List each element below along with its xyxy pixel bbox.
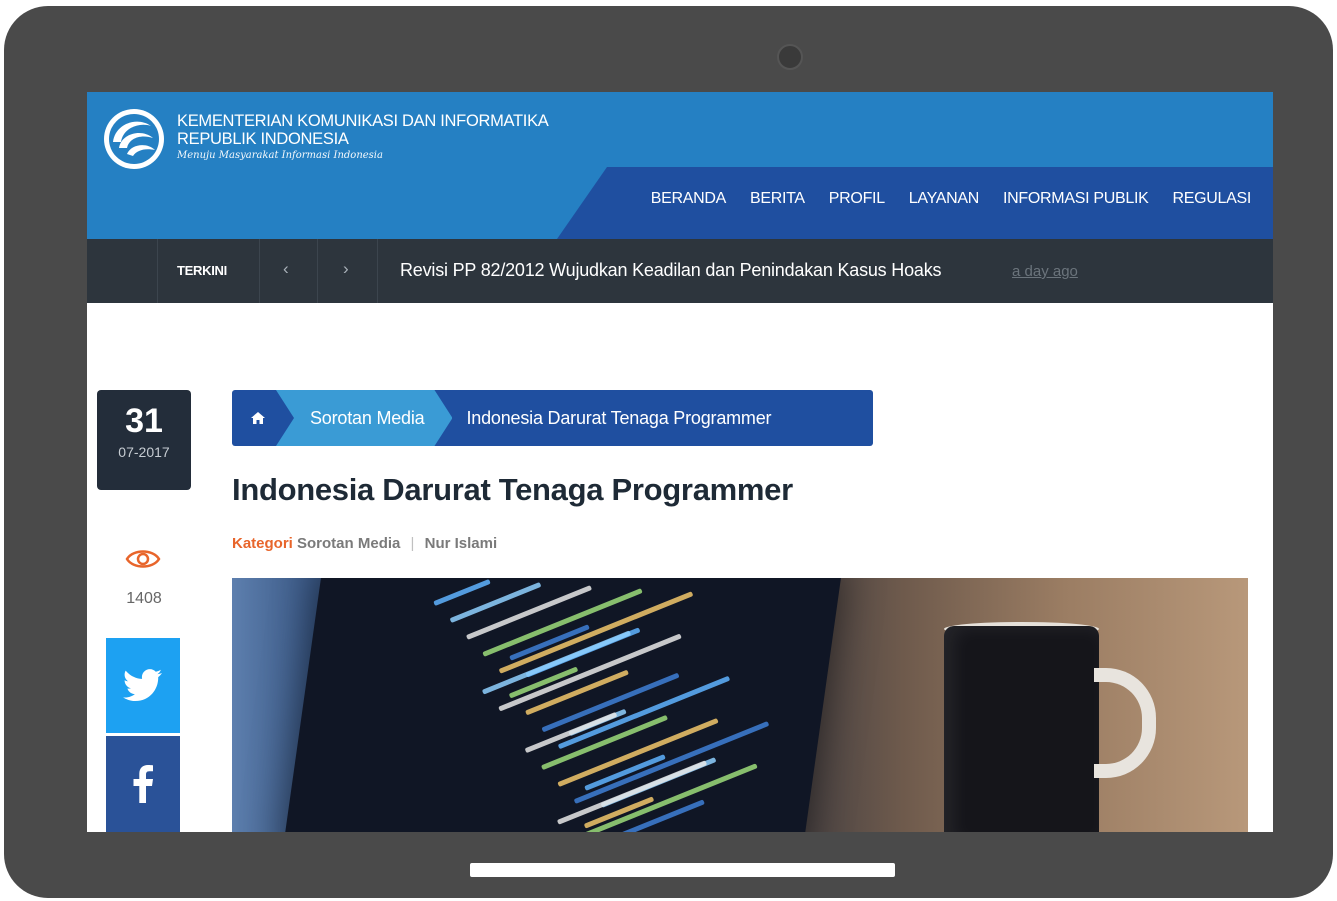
post-day: 31	[125, 402, 163, 440]
ticker-divider	[259, 239, 260, 303]
chevron-right-icon[interactable]: ›	[343, 259, 349, 279]
facebook-icon	[133, 765, 153, 803]
ticker-divider	[377, 239, 378, 303]
news-ticker: TERKINI ‹ › Revisi PP 82/2012 Wujudkan K…	[87, 239, 1273, 303]
tablet-frame: KEMENTERIAN KOMUNIKASI DAN INFORMATIKA R…	[4, 6, 1333, 898]
author-link[interactable]: Nur Islami	[425, 535, 498, 552]
home-icon	[251, 412, 265, 424]
category-link[interactable]: Sorotan Media	[297, 535, 400, 552]
post-month-year: 07-2017	[118, 444, 170, 460]
site-header: KEMENTERIAN KOMUNIKASI DAN INFORMATIKA R…	[87, 92, 1273, 239]
ticker-headline-link[interactable]: Revisi PP 82/2012 Wujudkan Keadilan dan …	[400, 260, 942, 281]
breadcrumb-section[interactable]: Sorotan Media	[276, 390, 452, 446]
eye-icon	[125, 550, 161, 568]
ticker-timestamp: a day ago	[1012, 263, 1078, 280]
browser-screen: KEMENTERIAN KOMUNIKASI DAN INFORMATIKA R…	[87, 92, 1273, 832]
article-meta: Kategori Sorotan Media | Nur Islami	[232, 535, 497, 552]
nav-item-profil[interactable]: PROFIL	[829, 190, 885, 208]
breadcrumb: Sorotan Media Indonesia Darurat Tenaga P…	[232, 390, 873, 446]
chevron-left-icon[interactable]: ‹	[283, 259, 289, 279]
hero-mug	[944, 626, 1099, 832]
camera-dot	[777, 44, 803, 70]
nav-item-beranda[interactable]: BERANDA	[651, 190, 727, 208]
org-name-line1: KEMENTERIAN KOMUNIKASI DAN INFORMATIKA	[177, 112, 549, 130]
kominfo-logo-icon[interactable]	[103, 108, 165, 170]
ticker-divider	[317, 239, 318, 303]
nav-item-regulasi[interactable]: REGULASI	[1172, 190, 1251, 208]
breadcrumb-home[interactable]	[232, 390, 284, 446]
hero-laptop-screen	[281, 578, 843, 832]
main-nav: BERANDA BERITA PROFIL LAYANAN INFORMASI …	[651, 190, 1252, 208]
view-count: 1408	[126, 590, 162, 607]
share-twitter-button[interactable]	[106, 638, 180, 733]
org-name-line2: REPUBLIK INDONESIA	[177, 130, 349, 148]
nav-item-berita[interactable]: BERITA	[750, 190, 805, 208]
ticker-divider	[157, 239, 158, 303]
post-date-badge: 31 07-2017	[97, 390, 191, 490]
meta-separator: |	[410, 535, 415, 552]
article-title: Indonesia Darurat Tenaga Programmer	[232, 472, 793, 507]
share-facebook-button[interactable]	[106, 736, 180, 832]
breadcrumb-current: Indonesia Darurat Tenaga Programmer	[466, 407, 772, 428]
brand-text[interactable]: KEMENTERIAN KOMUNIKASI DAN INFORMATIKA R…	[177, 112, 549, 161]
nav-item-layanan[interactable]: LAYANAN	[909, 190, 980, 208]
home-indicator	[470, 863, 895, 877]
article-hero-image	[232, 578, 1248, 832]
hero-mug-handle	[1094, 668, 1156, 778]
twitter-icon	[123, 668, 162, 701]
org-tagline: Menuju Masyarakat Informasi Indonesia	[177, 150, 383, 161]
category-label: Kategori	[232, 535, 293, 552]
ticker-label: TERKINI	[177, 263, 227, 278]
nav-item-informasi-publik[interactable]: INFORMASI PUBLIK	[1003, 190, 1149, 208]
